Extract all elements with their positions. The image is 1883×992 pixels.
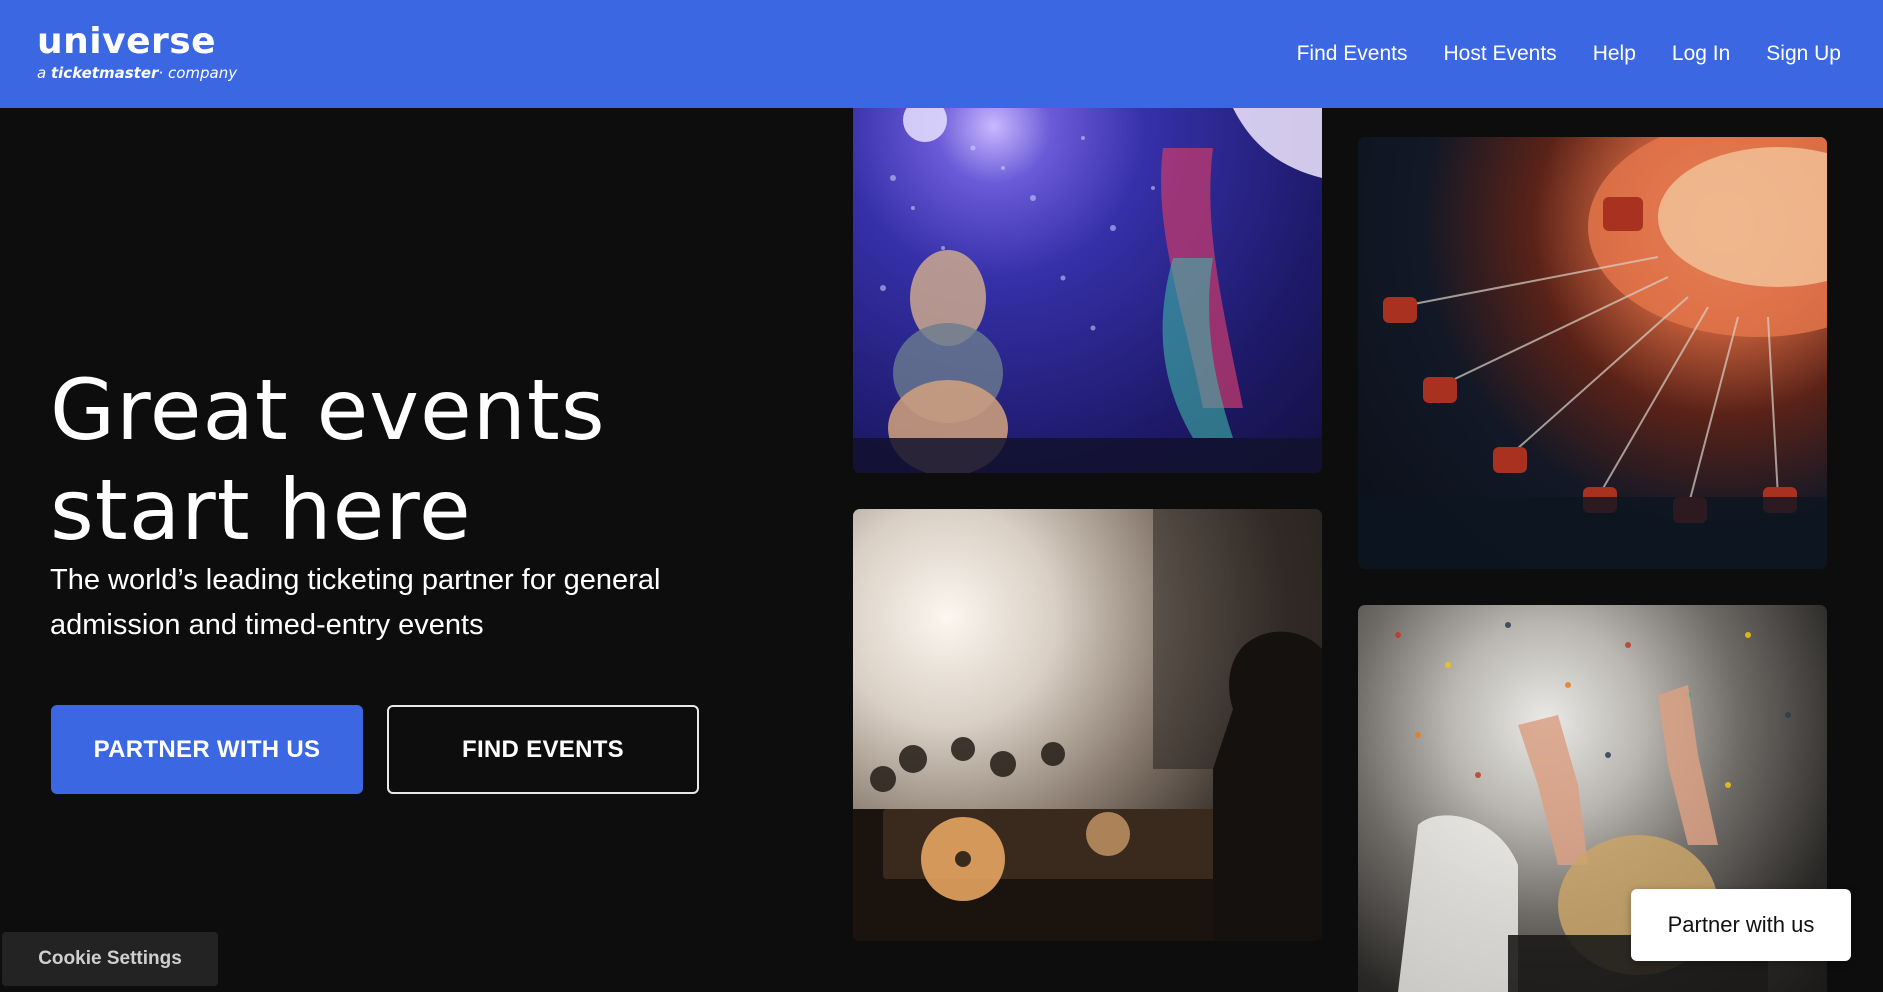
swing-ride-scene <box>1358 137 1827 569</box>
hero-subtitle: The world’s leading ticketing partner fo… <box>50 564 661 641</box>
hero-title-line-2: start here <box>50 461 472 559</box>
logo-tagline-prefix: a <box>37 64 47 82</box>
logo-tagline: a ticketmaster· company <box>37 64 238 82</box>
main-nav: Find Events Host Events Help Log In Sign… <box>1261 40 1841 68</box>
photo-swing-ride <box>1358 137 1827 569</box>
logo-tagline-brand: ticketmaster <box>50 64 159 82</box>
top-navigation-bar: universe a ticketmaster· company Find Ev… <box>0 0 1883 108</box>
logo-tagline-suffix: company <box>167 64 238 82</box>
partner-with-us-button[interactable]: PARTNER WITH US <box>51 705 363 794</box>
mermaid-show-scene <box>853 108 1322 473</box>
hero-title: Great events start here <box>50 360 606 560</box>
nav-host-events[interactable]: Host Events <box>1443 40 1556 68</box>
hero-title-line-1: Great events <box>50 361 606 459</box>
floating-partner-button[interactable]: Partner with us <box>1631 889 1851 961</box>
cookie-settings-button[interactable]: Cookie Settings <box>2 932 218 986</box>
nav-find-events[interactable]: Find Events <box>1297 40 1408 68</box>
dj-set-scene <box>853 509 1322 941</box>
photo-mermaid-show <box>853 108 1322 473</box>
nav-help[interactable]: Help <box>1593 40 1636 68</box>
nav-log-in[interactable]: Log In <box>1672 40 1730 68</box>
universe-logo[interactable]: universe a ticketmaster· company <box>37 21 238 83</box>
nav-sign-up[interactable]: Sign Up <box>1766 40 1841 68</box>
find-events-button[interactable]: FIND EVENTS <box>387 705 699 794</box>
photo-dj-set <box>853 509 1322 941</box>
logo-wordmark: universe <box>37 21 217 62</box>
